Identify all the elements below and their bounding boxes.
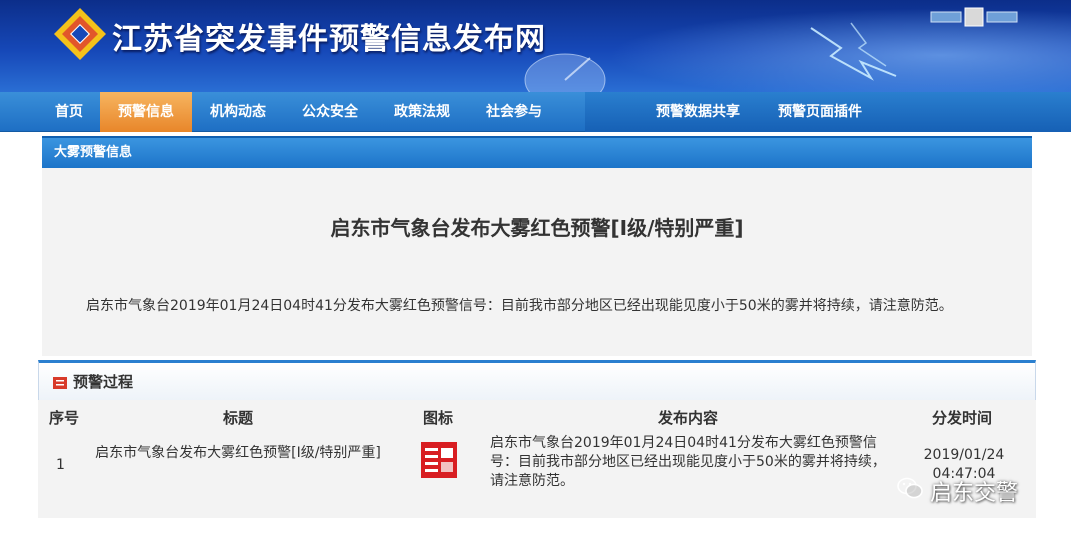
col-header-time: 分发时间 bbox=[931, 409, 992, 427]
site-title: 江苏省突发事件预警信息发布网 bbox=[112, 22, 546, 57]
lightning-icon bbox=[810, 22, 897, 81]
row-date: 2019/01/24 bbox=[923, 447, 1005, 463]
col-header-title: 标题 bbox=[222, 409, 253, 427]
process-title: 预警过程 bbox=[73, 373, 134, 391]
process-header: 预警过程 bbox=[38, 360, 1036, 400]
process-table: 序号 标题 图标 发布内容 分发时间 1 启东市气象台发布大雾红色预警[Ⅰ级/特… bbox=[38, 400, 1036, 518]
watermark-text: 启东交警 bbox=[930, 481, 1019, 506]
nav-social[interactable]: 社会参与 bbox=[474, 92, 554, 132]
wechat-icon bbox=[897, 477, 923, 499]
alert-panel: 启东市气象台发布大雾红色预警[Ⅰ级/特别严重] 启东市气象台2019年01月24… bbox=[42, 168, 1032, 356]
main-nav: 首页 预警信息 机构动态 公众安全 政策法规 社会参与 预警数据共享 预警页面插… bbox=[0, 92, 1071, 132]
row-title[interactable]: 启东市气象台发布大雾红色预警[Ⅰ级/特别严重] bbox=[92, 444, 384, 463]
site-logo-icon bbox=[54, 8, 106, 60]
nav-warning-info[interactable]: 预警信息 bbox=[100, 92, 192, 132]
satellite-dish-icon bbox=[524, 53, 606, 92]
alert-body: 启东市气象台2019年01月24日04时41分发布大雾红色预警信号：目前我市部分… bbox=[86, 298, 953, 314]
alert-title: 启东市气象台发布大雾红色预警[Ⅰ级/特别严重] bbox=[330, 216, 744, 240]
nav-policy[interactable]: 政策法规 bbox=[382, 92, 462, 132]
col-header-content: 发布内容 bbox=[657, 409, 718, 427]
nav-agency-news[interactable]: 机构动态 bbox=[198, 92, 278, 132]
fog-red-warning-icon bbox=[421, 442, 457, 478]
row-index: 1 bbox=[56, 457, 65, 473]
nav-page-plugin[interactable]: 预警页面插件 bbox=[762, 92, 878, 132]
nav-home[interactable]: 首页 bbox=[44, 92, 94, 132]
satellite-icon bbox=[930, 7, 1018, 27]
section-header: 大雾预警信息 bbox=[42, 136, 1032, 168]
col-header-index: 序号 bbox=[48, 409, 79, 427]
col-header-icon: 图标 bbox=[422, 409, 453, 427]
section-label: 大雾预警信息 bbox=[54, 145, 133, 160]
row-content: 启东市气象台2019年01月24日04时41分发布大雾红色预警信号：目前我市部分… bbox=[490, 435, 886, 489]
nav-data-sharing[interactable]: 预警数据共享 bbox=[640, 92, 756, 132]
nav-public-safety[interactable]: 公众安全 bbox=[290, 92, 370, 132]
header-banner: 江苏省突发事件预警信息发布网 bbox=[0, 0, 1071, 92]
list-icon bbox=[53, 377, 67, 389]
